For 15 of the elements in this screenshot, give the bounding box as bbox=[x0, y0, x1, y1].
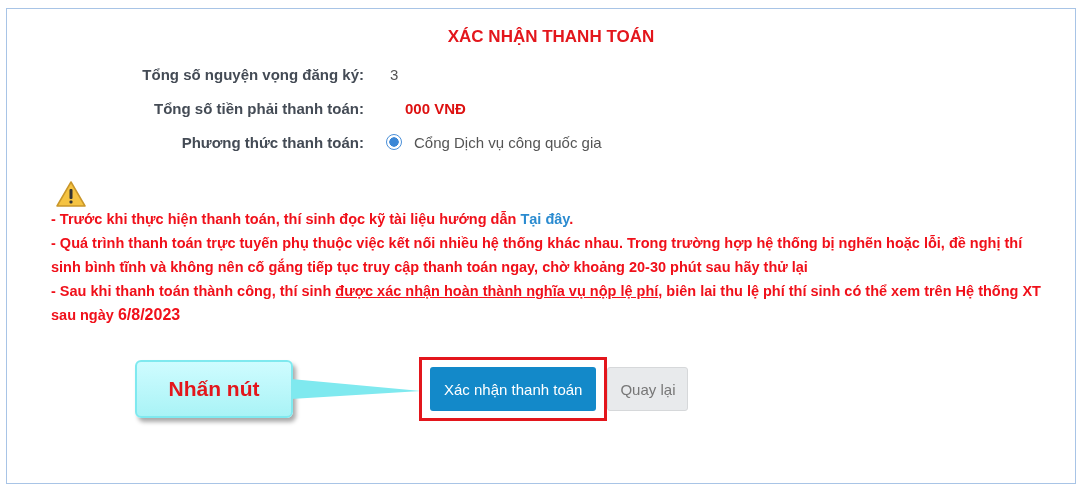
warning-icon bbox=[56, 181, 86, 207]
page-title: XÁC NHẬN THANH TOÁN bbox=[446, 27, 656, 47]
count-value: 3 bbox=[390, 65, 399, 83]
field-label: Tổng số tiền phải thanh toán: bbox=[153, 99, 364, 117]
field-label: Tổng số nguyện vọng đăng ký: bbox=[141, 65, 364, 83]
notice-text: - Trước khi thực hiện thanh toán, thí sinh đọc kỹ tài liệu hướng dẫn Tại đây. bbox=[51, 210, 575, 229]
callout-label: Nhấn nút bbox=[135, 360, 293, 418]
confirm-payment-button[interactable]: Xác nhận thanh toán bbox=[430, 367, 597, 411]
radio-button[interactable] bbox=[386, 134, 402, 150]
notice-text: - Sau khi thanh toán thành công, thí sinh được xác nhận hoàn thành nghĩa vụ nộp lệ phí, biên lai thu lệ phí thí sinh có thể xem trên Hệ thống XT sau ngày 6/8/2023 bbox=[51, 282, 1042, 325]
radio-label[interactable]: Cổng Dịch vụ công quốc gia bbox=[414, 133, 602, 151]
guide-link[interactable]: Tại đây bbox=[520, 211, 570, 227]
field-label: Phương thức thanh toán: bbox=[180, 133, 364, 151]
back-button[interactable]: Quay lại bbox=[607, 367, 689, 411]
amount-value: 000 VNĐ bbox=[405, 99, 466, 117]
